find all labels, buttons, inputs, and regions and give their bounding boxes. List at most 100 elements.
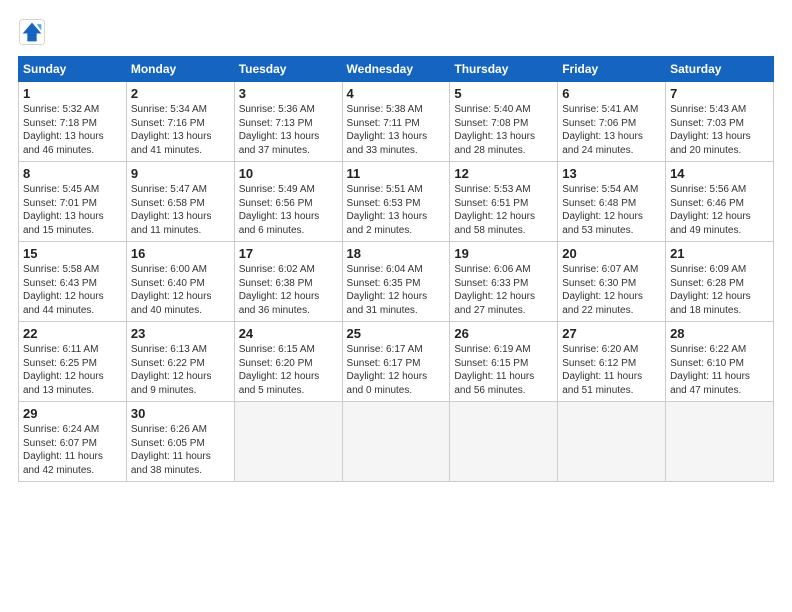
cell-content: Sunrise: 6:04 AMSunset: 6:35 PMDaylight:…	[347, 263, 446, 317]
col-header-thursday: Thursday	[450, 57, 558, 82]
calendar-cell: 4 Sunrise: 5:38 AMSunset: 7:11 PMDaylight…	[342, 82, 450, 162]
calendar-cell: 7 Sunrise: 5:43 AMSunset: 7:03 PMDaylight…	[666, 82, 774, 162]
cell-content: Sunrise: 5:58 AMSunset: 6:43 PMDaylight:…	[23, 263, 122, 317]
col-header-tuesday: Tuesday	[234, 57, 342, 82]
day-number: 27	[562, 326, 661, 341]
calendar-body: 1Sunrise: 5:32 AMSunset: 7:18 PMDaylight…	[19, 82, 774, 482]
week-row-3: 15 Sunrise: 5:58 AMSunset: 6:43 PMDayligh…	[19, 242, 774, 322]
col-header-saturday: Saturday	[666, 57, 774, 82]
week-row-4: 22 Sunrise: 6:11 AMSunset: 6:25 PMDayligh…	[19, 322, 774, 402]
calendar-cell	[450, 402, 558, 482]
cell-content: Sunrise: 5:53 AMSunset: 6:51 PMDaylight:…	[454, 183, 553, 237]
day-number: 7	[670, 86, 769, 101]
calendar-cell: 25 Sunrise: 6:17 AMSunset: 6:17 PMDayligh…	[342, 322, 450, 402]
col-header-monday: Monday	[126, 57, 234, 82]
day-number: 9	[131, 166, 230, 181]
calendar-cell: 3 Sunrise: 5:36 AMSunset: 7:13 PMDaylight…	[234, 82, 342, 162]
cell-content: Sunrise: 6:24 AMSunset: 6:07 PMDaylight:…	[23, 423, 122, 477]
calendar-cell: 29 Sunrise: 6:24 AMSunset: 6:07 PMDayligh…	[19, 402, 127, 482]
day-number: 28	[670, 326, 769, 341]
header	[18, 18, 774, 46]
day-number: 2	[131, 86, 230, 101]
logo-icon	[18, 18, 46, 46]
cell-content: Sunrise: 6:20 AMSunset: 6:12 PMDaylight:…	[562, 343, 661, 397]
calendar-cell: 2 Sunrise: 5:34 AMSunset: 7:16 PMDaylight…	[126, 82, 234, 162]
calendar-header-row: SundayMondayTuesdayWednesdayThursdayFrid…	[19, 57, 774, 82]
day-number: 12	[454, 166, 553, 181]
cell-content: Sunrise: 6:13 AMSunset: 6:22 PMDaylight:…	[131, 343, 230, 397]
cell-content: Sunrise: 5:54 AMSunset: 6:48 PMDaylight:…	[562, 183, 661, 237]
calendar-cell: 10Sunrise: 5:49 AMSunset: 6:56 PMDayligh…	[234, 162, 342, 242]
cell-content: Sunrise: 5:34 AMSunset: 7:16 PMDaylight:…	[131, 103, 230, 157]
calendar-cell: 19 Sunrise: 6:06 AMSunset: 6:33 PMDayligh…	[450, 242, 558, 322]
calendar-cell: 21 Sunrise: 6:09 AMSunset: 6:28 PMDayligh…	[666, 242, 774, 322]
calendar-cell: 22 Sunrise: 6:11 AMSunset: 6:25 PMDayligh…	[19, 322, 127, 402]
calendar-cell: 9 Sunrise: 5:47 AMSunset: 6:58 PMDaylight…	[126, 162, 234, 242]
day-number: 13	[562, 166, 661, 181]
calendar-table: SundayMondayTuesdayWednesdayThursdayFrid…	[18, 56, 774, 482]
calendar-cell	[558, 402, 666, 482]
calendar-cell: 8Sunrise: 5:45 AMSunset: 7:01 PMDaylight…	[19, 162, 127, 242]
cell-content: Sunrise: 6:02 AMSunset: 6:38 PMDaylight:…	[239, 263, 338, 317]
day-number: 4	[347, 86, 446, 101]
calendar-cell: 17 Sunrise: 6:02 AMSunset: 6:38 PMDayligh…	[234, 242, 342, 322]
calendar-cell: 13 Sunrise: 5:54 AMSunset: 6:48 PMDayligh…	[558, 162, 666, 242]
calendar-cell: 27 Sunrise: 6:20 AMSunset: 6:12 PMDayligh…	[558, 322, 666, 402]
calendar-cell: 1Sunrise: 5:32 AMSunset: 7:18 PMDaylight…	[19, 82, 127, 162]
cell-content: Sunrise: 6:17 AMSunset: 6:17 PMDaylight:…	[347, 343, 446, 397]
day-number: 20	[562, 246, 661, 261]
cell-content: Sunrise: 6:15 AMSunset: 6:20 PMDaylight:…	[239, 343, 338, 397]
col-header-sunday: Sunday	[19, 57, 127, 82]
cell-content: Sunrise: 5:45 AMSunset: 7:01 PMDaylight:…	[23, 183, 122, 237]
calendar-cell: 14Sunrise: 5:56 AMSunset: 6:46 PMDayligh…	[666, 162, 774, 242]
cell-content: Sunrise: 6:06 AMSunset: 6:33 PMDaylight:…	[454, 263, 553, 317]
day-number: 25	[347, 326, 446, 341]
day-number: 29	[23, 406, 122, 421]
day-number: 3	[239, 86, 338, 101]
day-number: 22	[23, 326, 122, 341]
day-number: 24	[239, 326, 338, 341]
col-header-friday: Friday	[558, 57, 666, 82]
cell-content: Sunrise: 6:11 AMSunset: 6:25 PMDaylight:…	[23, 343, 122, 397]
day-number: 21	[670, 246, 769, 261]
calendar-cell: 23 Sunrise: 6:13 AMSunset: 6:22 PMDayligh…	[126, 322, 234, 402]
day-number: 26	[454, 326, 553, 341]
calendar-cell: 12 Sunrise: 5:53 AMSunset: 6:51 PMDayligh…	[450, 162, 558, 242]
day-number: 6	[562, 86, 661, 101]
cell-content: Sunrise: 5:51 AMSunset: 6:53 PMDaylight:…	[347, 183, 446, 237]
cell-content: Sunrise: 6:22 AMSunset: 6:10 PMDaylight:…	[670, 343, 769, 397]
day-number: 15	[23, 246, 122, 261]
calendar-cell: 15 Sunrise: 5:58 AMSunset: 6:43 PMDayligh…	[19, 242, 127, 322]
cell-content: Sunrise: 5:38 AMSunset: 7:11 PMDaylight:…	[347, 103, 446, 157]
day-number: 11	[347, 166, 446, 181]
cell-content: Sunrise: 5:41 AMSunset: 7:06 PMDaylight:…	[562, 103, 661, 157]
logo	[18, 18, 52, 46]
day-number: 10	[239, 166, 338, 181]
calendar-cell: 11 Sunrise: 5:51 AMSunset: 6:53 PMDayligh…	[342, 162, 450, 242]
day-number: 30	[131, 406, 230, 421]
day-number: 1	[23, 86, 122, 101]
cell-content: Sunrise: 6:19 AMSunset: 6:15 PMDaylight:…	[454, 343, 553, 397]
week-row-5: 29 Sunrise: 6:24 AMSunset: 6:07 PMDayligh…	[19, 402, 774, 482]
cell-content: Sunrise: 5:40 AMSunset: 7:08 PMDaylight:…	[454, 103, 553, 157]
day-number: 18	[347, 246, 446, 261]
calendar-cell	[234, 402, 342, 482]
week-row-1: 1Sunrise: 5:32 AMSunset: 7:18 PMDaylight…	[19, 82, 774, 162]
calendar-cell: 28 Sunrise: 6:22 AMSunset: 6:10 PMDayligh…	[666, 322, 774, 402]
calendar-cell	[342, 402, 450, 482]
cell-content: Sunrise: 5:47 AMSunset: 6:58 PMDaylight:…	[131, 183, 230, 237]
cell-content: Sunrise: 6:26 AMSunset: 6:05 PMDaylight:…	[131, 423, 230, 477]
calendar-cell: 16Sunrise: 6:00 AMSunset: 6:40 PMDayligh…	[126, 242, 234, 322]
day-number: 14	[670, 166, 769, 181]
calendar-cell: 6 Sunrise: 5:41 AMSunset: 7:06 PMDaylight…	[558, 82, 666, 162]
cell-content: Sunrise: 5:43 AMSunset: 7:03 PMDaylight:…	[670, 103, 769, 157]
day-number: 17	[239, 246, 338, 261]
day-number: 23	[131, 326, 230, 341]
cell-content: Sunrise: 5:36 AMSunset: 7:13 PMDaylight:…	[239, 103, 338, 157]
cell-content: Sunrise: 6:09 AMSunset: 6:28 PMDaylight:…	[670, 263, 769, 317]
week-row-2: 8Sunrise: 5:45 AMSunset: 7:01 PMDaylight…	[19, 162, 774, 242]
cell-content: Sunrise: 6:07 AMSunset: 6:30 PMDaylight:…	[562, 263, 661, 317]
day-number: 5	[454, 86, 553, 101]
day-number: 19	[454, 246, 553, 261]
page: SundayMondayTuesdayWednesdayThursdayFrid…	[0, 0, 792, 612]
